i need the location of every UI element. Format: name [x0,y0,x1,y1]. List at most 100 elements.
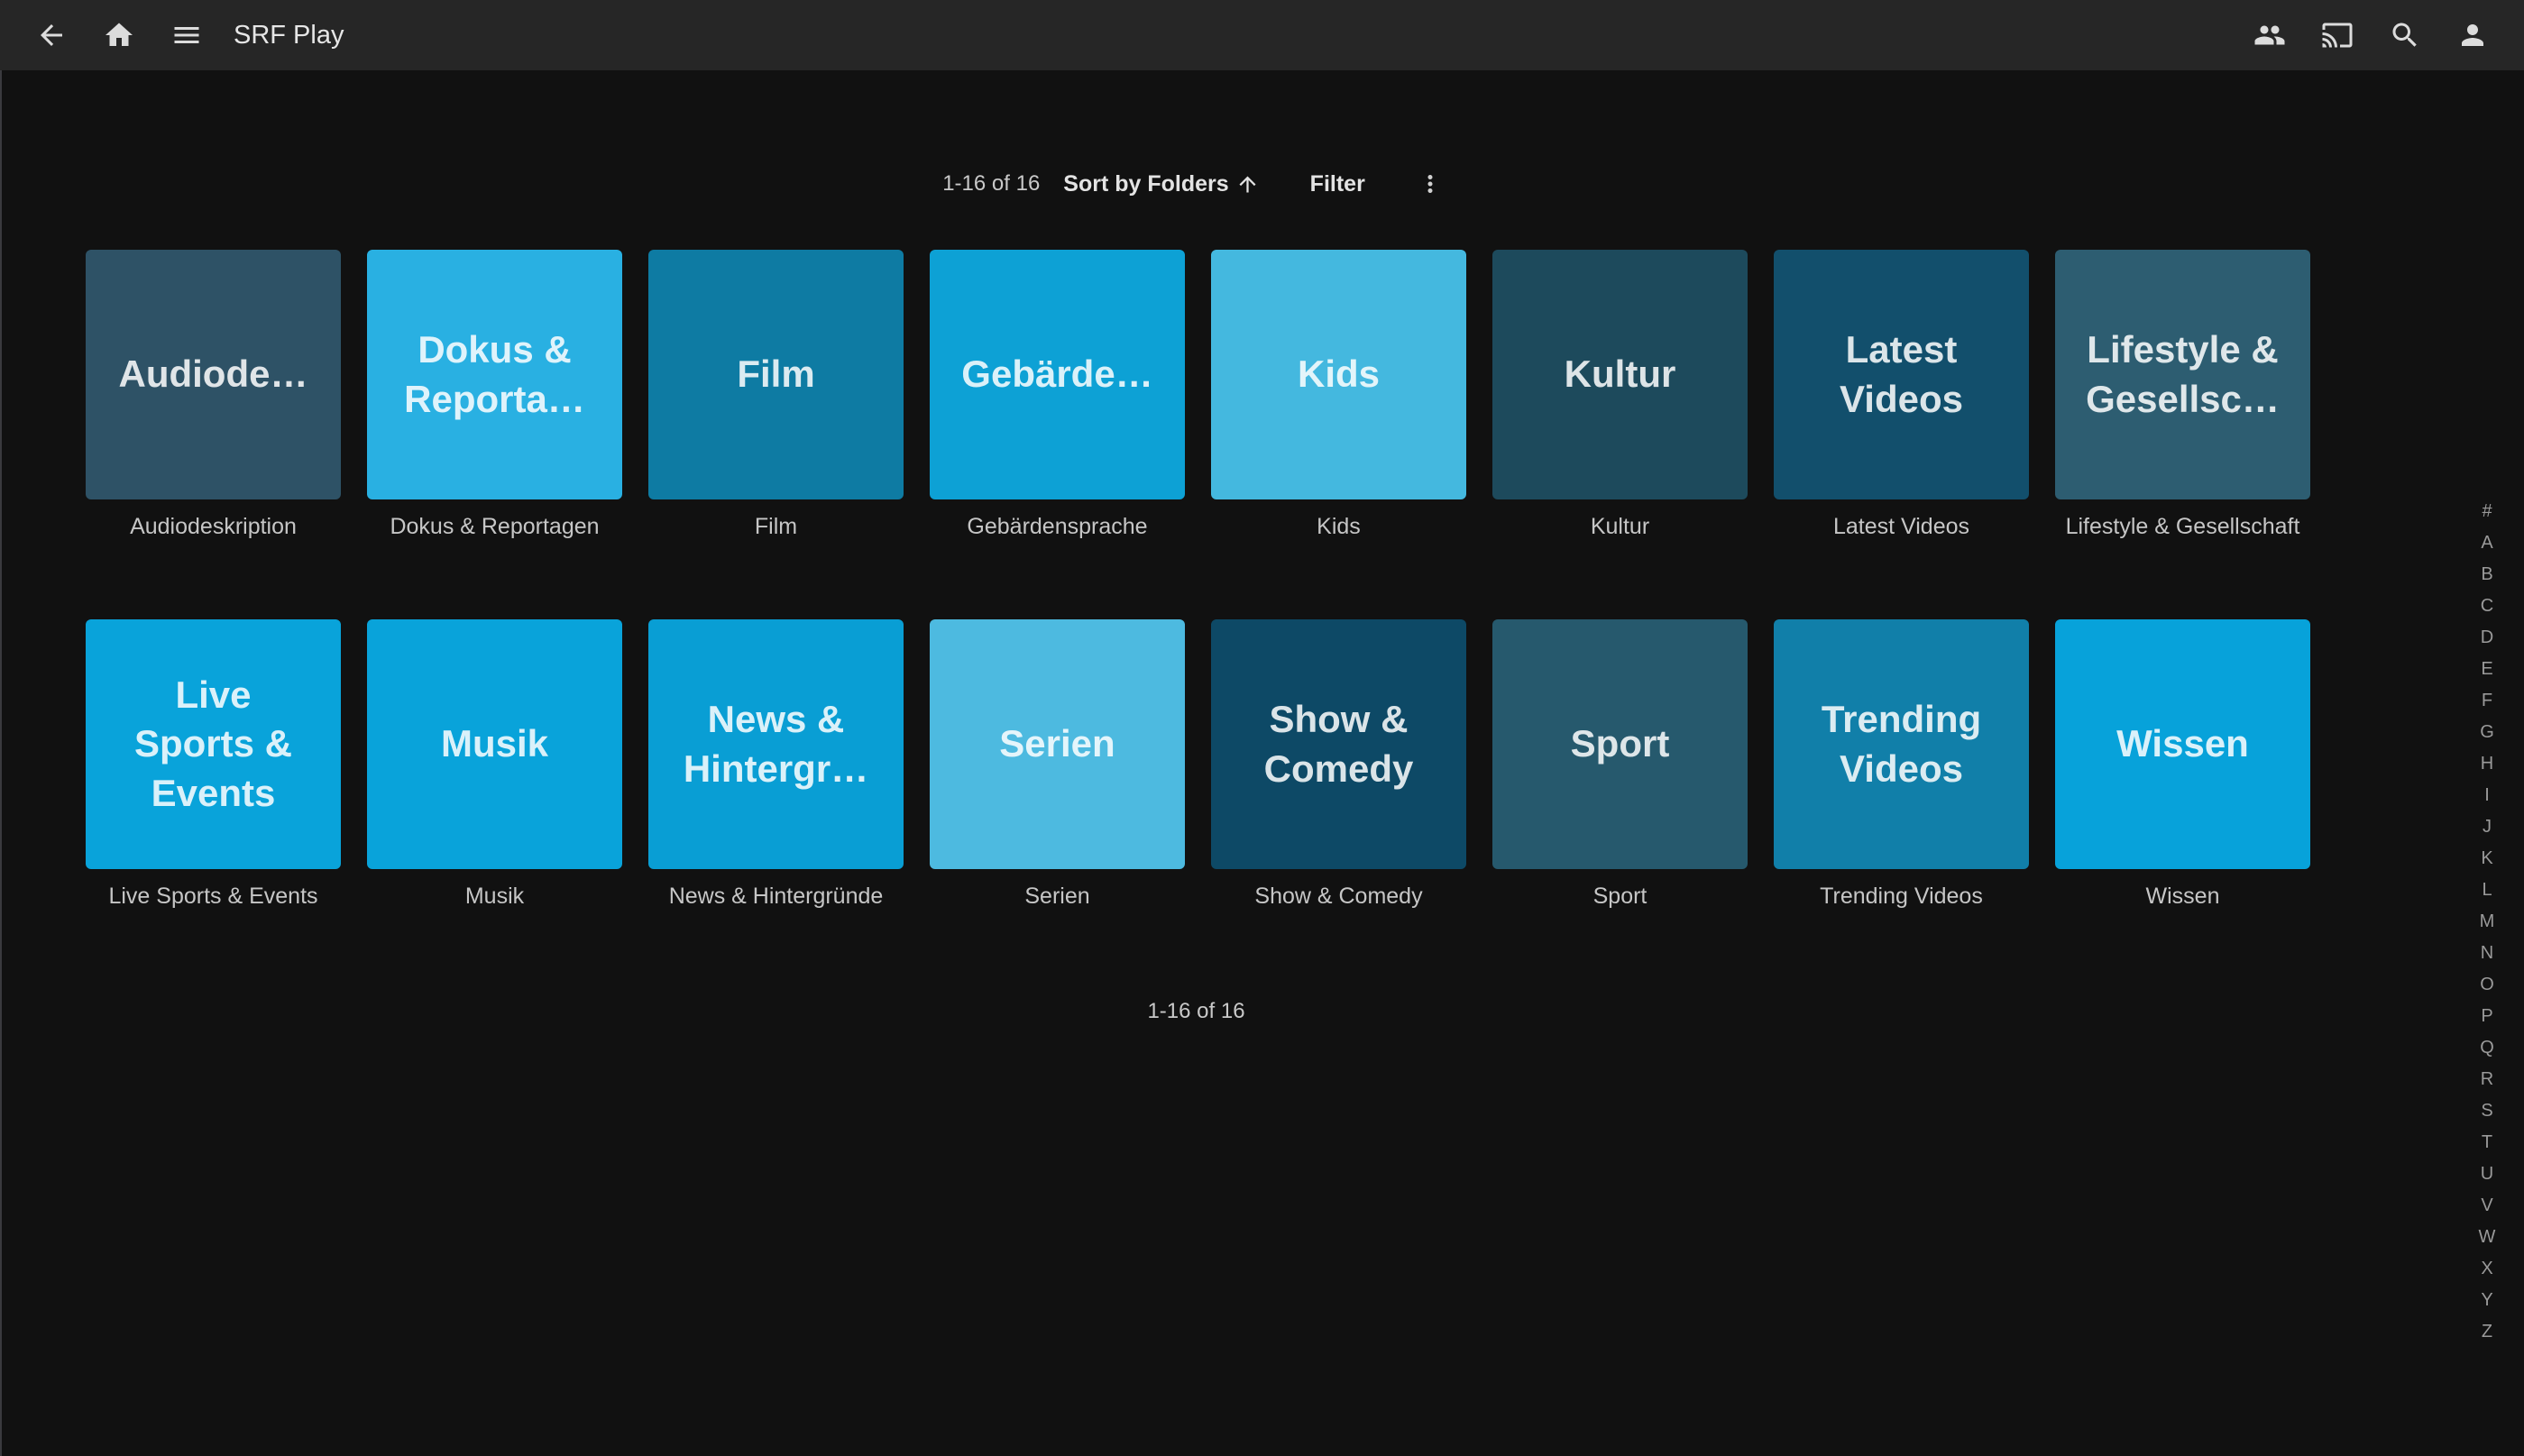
alpha-letter-w[interactable]: W [2472,1222,2502,1253]
back-button[interactable] [30,14,73,57]
alpha-letter-b[interactable]: B [2472,559,2502,591]
search-button[interactable] [2383,14,2427,57]
folder-tile-latest-videos[interactable]: Latest Videos [1774,250,2029,499]
folder-tile-label: Latest Videos [1774,514,2029,541]
folder-tile-kids[interactable]: Kids [1211,250,1466,499]
alpha-letter-hash[interactable]: # [2472,496,2502,527]
folder-tile-label: Film [648,514,904,541]
alpha-letter-o[interactable]: O [2472,969,2502,1001]
alpha-letter-m[interactable]: M [2472,906,2502,938]
folder-tile-news-hintergr-nde[interactable]: News & Hintergr… [648,619,904,869]
grid-cell: Film Film [648,250,904,541]
alpha-letter-j[interactable]: J [2472,811,2502,843]
folder-tile-dokus-reportagen[interactable]: Dokus & Reporta… [367,250,622,499]
alpha-letter-g[interactable]: G [2472,717,2502,748]
folder-tile-label: Dokus & Reportagen [367,514,622,541]
folder-tile-label: Serien [930,884,1185,911]
alpha-letter-q[interactable]: Q [2472,1032,2502,1064]
folder-tile-label: Wissen [2055,884,2310,911]
folder-grid: Audiode… Audiodeskription Dokus & Reporta…… [86,250,2311,911]
arrow-up-icon [1235,172,1260,197]
alpha-letter-l[interactable]: L [2472,875,2502,906]
alpha-letter-h[interactable]: H [2472,748,2502,780]
alpha-letter-i[interactable]: I [2472,780,2502,811]
people-group-icon [2253,19,2286,51]
grid-cell: Serien Serien [930,619,1185,911]
grid-cell: News & Hintergr… News & Hintergründe [648,619,904,911]
cast-button[interactable] [2316,14,2359,57]
alpha-letter-y[interactable]: Y [2472,1285,2502,1316]
folder-tile-label: Sport [1492,884,1748,911]
folder-tile-audiodeskription[interactable]: Audiode… [86,250,341,499]
grid-cell: Gebärde… Gebärdensprache [930,250,1185,541]
alpha-letter-n[interactable]: N [2472,938,2502,969]
folder-tile-label: Kultur [1492,514,1748,541]
grid-cell: Live Sports & Events Live Sports & Events [86,619,341,911]
grid-cell: Show & Comedy Show & Comedy [1211,619,1466,911]
grid-cell: Trending Videos Trending Videos [1774,619,2029,911]
alpha-letter-v[interactable]: V [2472,1190,2502,1222]
sort-button-label: Sort by Folders [1063,171,1228,197]
grid-cell: Lifestyle & Gesellsc…Lifestyle & Gesells… [2055,250,2310,541]
alpha-letter-d[interactable]: D [2472,622,2502,654]
folder-tile-live-sports-events[interactable]: Live Sports & Events [86,619,341,869]
grid-cell: Sport Sport [1492,619,1748,911]
grid-cell: Kids Kids [1211,250,1466,541]
top-app-bar: SRF Play [0,0,2524,70]
alpha-letter-k[interactable]: K [2472,843,2502,875]
folder-tile-label: Gebärdensprache [930,514,1185,541]
folder-tile-label: Kids [1211,514,1466,541]
person-icon [2456,19,2489,51]
folder-tile-label: Live Sports & Events [86,884,341,911]
alpha-letter-p[interactable]: P [2472,1001,2502,1032]
sort-button[interactable]: Sort by Folders [1063,171,1259,197]
alpha-letter-t[interactable]: T [2472,1127,2502,1158]
home-icon [103,19,135,51]
arrow-left-icon [35,19,68,51]
grid-cell: Dokus & Reporta… Dokus & Reportagen [367,250,622,541]
alpha-letter-r[interactable]: R [2472,1064,2502,1095]
alpha-letter-s[interactable]: S [2472,1095,2502,1127]
window-left-edge [0,0,2,1456]
grid-cell: Musik Musik [367,619,622,911]
grid-cell: Audiode… Audiodeskription [86,250,341,541]
alpha-letter-u[interactable]: U [2472,1158,2502,1190]
alpha-letter-z[interactable]: Z [2472,1316,2502,1348]
folder-tile-serien[interactable]: Serien [930,619,1185,869]
folder-tile-wissen[interactable]: Wissen [2055,619,2310,869]
folder-tile-film[interactable]: Film [648,250,904,499]
grid-cell: Latest Videos Latest Videos [1774,250,2029,541]
folder-tile-label: Trending Videos [1774,884,2029,911]
drawer-menu-button[interactable] [165,14,208,57]
filter-button[interactable]: Filter [1310,171,1365,197]
folder-tile-sport[interactable]: Sport [1492,619,1748,869]
folder-tile-kultur[interactable]: Kultur [1492,250,1748,499]
home-button[interactable] [97,14,141,57]
filter-button-label: Filter [1310,171,1365,197]
folder-tile-label: Musik [367,884,622,911]
alpha-letter-e[interactable]: E [2472,654,2502,685]
paging-count-bottom: 1-16 of 16 [0,999,2392,1024]
folder-tile-trending-videos[interactable]: Trending Videos [1774,619,2029,869]
user-profile-button[interactable] [2451,14,2494,57]
folder-tile-musik[interactable]: Musik [367,619,622,869]
grid-cell: Wissen Wissen [2055,619,2310,911]
folder-tile-show-comedy[interactable]: Show & Comedy [1211,619,1466,869]
folder-tile-lifestyle-gesellschaft[interactable]: Lifestyle & Gesellsc… [2055,250,2310,499]
alpha-letter-a[interactable]: A [2472,527,2502,559]
library-controls-row: 1-16 of 16 Sort by Folders Filter [0,166,2392,202]
alpha-letter-c[interactable]: C [2472,591,2502,622]
vertical-dots-icon [1417,170,1444,197]
folder-tile-label: Show & Comedy [1211,884,1466,911]
more-options-button[interactable] [1410,164,1450,204]
folder-tile-geb-rdensprache[interactable]: Gebärde… [930,250,1185,499]
folder-tile-label: Audiodeskription [86,514,341,541]
alphabet-picker: #ABCDEFGHIJKLMNOPQRSTUVWXYZ [2472,496,2502,1348]
cast-icon [2321,19,2354,51]
alpha-letter-x[interactable]: X [2472,1253,2502,1285]
syncplay-button[interactable] [2248,14,2291,57]
folder-tile-label: News & Hintergründe [648,884,904,911]
alpha-letter-f[interactable]: F [2472,685,2502,717]
hamburger-menu-icon [170,19,203,51]
page-title: SRF Play [234,21,344,50]
